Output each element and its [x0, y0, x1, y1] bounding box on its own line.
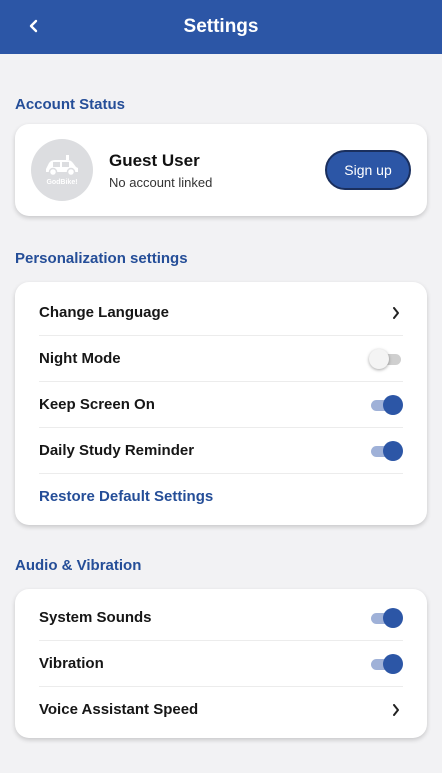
system-sounds-label: System Sounds — [39, 609, 152, 626]
change-language-row[interactable]: Change Language — [39, 290, 403, 336]
back-button[interactable] — [22, 14, 46, 38]
sign-up-button[interactable]: Sign up — [325, 150, 411, 190]
daily-reminder-label: Daily Study Reminder — [39, 442, 195, 459]
chevron-right-icon — [389, 306, 403, 320]
audio-card: System Sounds Vibration Voice Assistant … — [15, 589, 427, 738]
system-sounds-row: System Sounds — [39, 595, 403, 641]
daily-reminder-toggle[interactable] — [371, 440, 403, 461]
account-status-heading: Account Status — [15, 96, 126, 113]
night-mode-label: Night Mode — [39, 350, 121, 367]
account-info: Guest User No account linked — [109, 151, 325, 190]
keep-screen-on-label: Keep Screen On — [39, 396, 155, 413]
change-language-label: Change Language — [39, 304, 170, 321]
vibration-toggle[interactable] — [371, 653, 403, 674]
app-header: Settings — [0, 0, 442, 54]
vibration-row: Vibration — [39, 641, 403, 687]
system-sounds-toggle[interactable] — [371, 607, 403, 628]
daily-reminder-row: Daily Study Reminder — [39, 428, 403, 474]
keep-screen-on-toggle[interactable] — [371, 394, 403, 415]
chevron-left-icon — [29, 19, 38, 33]
personalization-heading: Personalization settings — [15, 250, 188, 267]
vibration-label: Vibration — [39, 655, 104, 672]
account-status-text: No account linked — [109, 174, 213, 190]
account-name: Guest User — [109, 150, 200, 170]
avatar: GodBike! — [31, 139, 93, 201]
audio-heading: Audio & Vibration — [15, 557, 142, 574]
night-mode-toggle[interactable] — [369, 348, 403, 369]
restore-defaults-link[interactable]: Restore Default Settings — [39, 474, 403, 519]
personalization-card: Change Language Night Mode Keep Screen O… — [15, 282, 427, 525]
night-mode-row: Night Mode — [39, 336, 403, 382]
chevron-right-icon — [389, 703, 403, 717]
avatar-logo-text: GodBike! — [46, 179, 78, 186]
page-title: Settings — [183, 16, 259, 37]
voice-speed-row[interactable]: Voice Assistant Speed — [39, 687, 403, 732]
account-card: GodBike! Guest User No account linked Si… — [15, 124, 427, 216]
keep-screen-on-row: Keep Screen On — [39, 382, 403, 428]
car-icon — [46, 155, 78, 177]
voice-speed-label: Voice Assistant Speed — [39, 701, 199, 718]
